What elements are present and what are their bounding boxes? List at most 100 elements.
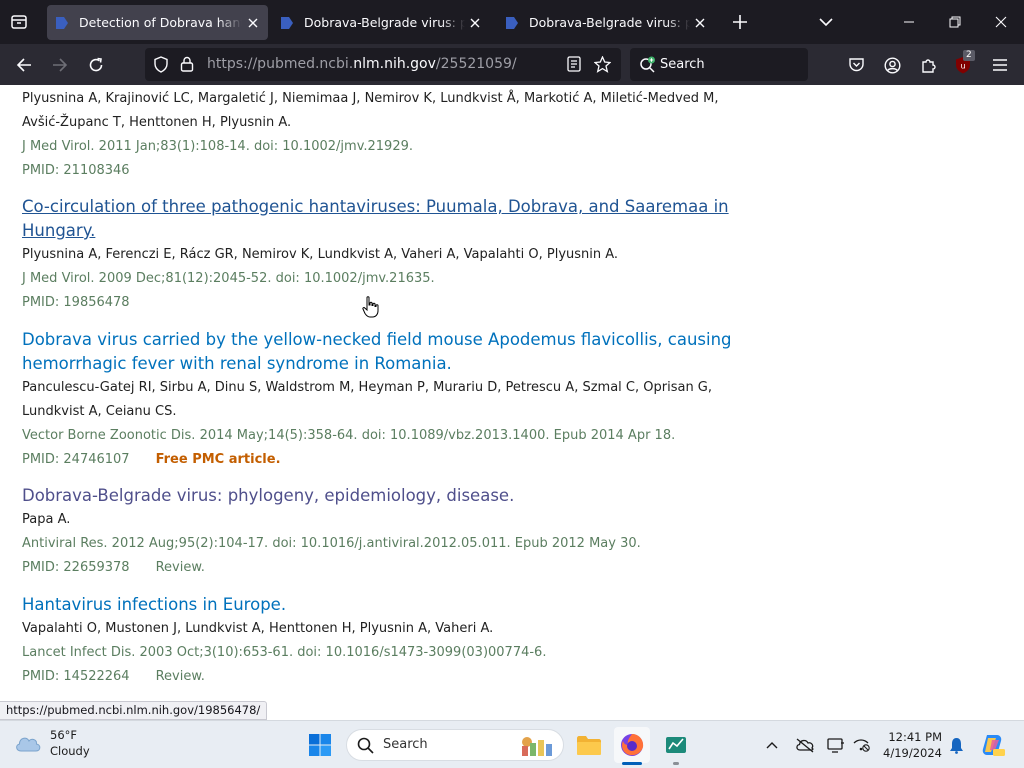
url-path: /25521059/ (435, 56, 517, 72)
account-icon (883, 56, 901, 74)
result-authors: Plyusnina A, Krajinović LC, Margaletić J… (22, 91, 719, 130)
pubmed-favicon-icon (56, 16, 68, 29)
close-tab-icon[interactable] (246, 14, 260, 32)
file-explorer-taskbar-item[interactable] (571, 727, 607, 763)
result-title-link[interactable]: Hantavirus infections in Europe. (22, 593, 742, 617)
close-tab-icon[interactable] (469, 14, 482, 32)
free-pmc-badge[interactable]: Free PMC article. (156, 452, 281, 467)
ublock-origin-button[interactable]: u 2 (948, 50, 978, 80)
copilot-button[interactable] (975, 727, 1009, 763)
taskbar: 56°F Cloudy Search 12:41 PM 4/19/2024 (0, 720, 1024, 768)
svg-text:u: u (960, 62, 965, 71)
chart-app-taskbar-item[interactable] (658, 727, 694, 765)
copilot-icon (982, 735, 1005, 756)
system-clock[interactable]: 12:41 PM 4/19/2024 (862, 729, 942, 761)
account-button[interactable] (877, 50, 907, 80)
result-journal: Lancet Infect Dis. 2003 Oct;3(10):653-61… (22, 645, 547, 660)
forward-button[interactable] (45, 50, 75, 80)
cloud-icon (16, 737, 41, 752)
extensions-button[interactable] (913, 50, 943, 80)
result-item-4: Hantavirus infections in Europe. Vapalah… (22, 593, 742, 689)
result-journal: Vector Borne Zoonotic Dis. 2014 May;14(5… (22, 428, 676, 443)
nav-toolbar: https://pubmed.ncbi.nlm.nih.gov/25521059… (0, 44, 1024, 85)
page-content: Plyusnina A, Krajinović LC, Margaletić J… (0, 85, 1024, 720)
shield-icon[interactable] (153, 56, 169, 73)
url-host: nlm.nih.gov (353, 56, 436, 72)
firefox-view-icon (11, 15, 27, 29)
onedrive-tray-button[interactable] (795, 735, 815, 755)
search-bar-placeholder: Search (660, 57, 705, 72)
link-status-bar: https://pubmed.ncbi.nlm.nih.gov/19856478… (0, 701, 268, 720)
extension-badge: 2 (963, 50, 975, 61)
close-icon (995, 16, 1007, 28)
result-meta: PMID: 14522264 Review. (22, 665, 742, 689)
review-tag: Review. (155, 669, 205, 684)
arrow-left-icon (16, 58, 31, 72)
result-title-link[interactable]: Dobrava virus carried by the yellow-neck… (22, 328, 742, 376)
result-title-link[interactable]: Co-circulation of three pathogenic hanta… (22, 195, 742, 243)
running-indicator (673, 762, 679, 765)
app-menu-button[interactable] (985, 50, 1015, 80)
clock-date: 4/19/2024 (883, 746, 942, 760)
windows-logo-icon (309, 734, 331, 756)
reload-icon (89, 57, 103, 72)
weather-widget[interactable]: 56°F Cloudy (14, 727, 90, 759)
tab-title: Dobrava-Belgrade virus: phylogeny (529, 15, 690, 30)
hand-pointer-cursor-icon (362, 296, 379, 318)
restore-icon (949, 16, 961, 28)
result-title-link[interactable]: Dobrava-Belgrade virus: phylogeny, epide… (22, 484, 742, 508)
result-meta: PMID: 24746107 Free PMC article. (22, 448, 742, 472)
tab-title: Dobrava-Belgrade virus: phylogeny (304, 15, 465, 30)
tab-1[interactable]: Dobrava-Belgrade virus: phylogeny (272, 5, 490, 40)
display-tray-button[interactable] (826, 735, 846, 755)
result-authors: Vapalahti O, Mustonen J, Lundkvist A, He… (22, 621, 494, 636)
notifications-button[interactable] (946, 735, 966, 755)
hamburger-menu-icon (993, 59, 1007, 71)
list-all-tabs-button[interactable] (812, 8, 840, 36)
result-journal: Antiviral Res. 2012 Aug;95(2):104-17. do… (22, 536, 641, 551)
result-meta: PMID: 22659378 Review. (22, 556, 742, 580)
url-prefix: https://pubmed.ncbi. (207, 56, 354, 72)
arrow-right-icon (53, 58, 68, 72)
result-journal: J Med Virol. 2009 Dec;81(12):2045-52. do… (22, 271, 435, 286)
url-text[interactable]: https://pubmed.ncbi.nlm.nih.gov/25521059… (207, 56, 517, 72)
search-bar[interactable]: Search (630, 48, 808, 81)
minimize-button[interactable] (895, 8, 923, 36)
result-meta: PMID: 21108346 (22, 159, 742, 183)
clock-time: 12:41 PM (888, 730, 942, 744)
search-engine-icon[interactable] (639, 56, 657, 74)
close-tab-icon[interactable] (694, 14, 707, 32)
bell-icon (949, 737, 963, 754)
pubmed-favicon-icon (281, 16, 293, 29)
running-indicator (622, 762, 642, 765)
weather-temperature: 56°F (50, 728, 77, 742)
result-authors: Panculescu-Gatej RI, Sirbu A, Dinu S, Wa… (22, 380, 713, 419)
reload-button[interactable] (81, 50, 111, 80)
back-button[interactable] (9, 50, 39, 80)
close-window-button[interactable] (987, 8, 1015, 36)
result-authors: Papa A. (22, 512, 71, 527)
reader-view-icon[interactable] (567, 56, 581, 72)
lock-icon[interactable] (180, 56, 194, 72)
start-button[interactable] (302, 727, 338, 763)
pocket-icon (848, 58, 864, 72)
result-pmid: PMID: 22659378 (22, 560, 130, 575)
pocket-button[interactable] (841, 50, 871, 80)
review-tag: Review. (155, 560, 205, 575)
new-tab-button[interactable] (726, 8, 754, 36)
result-journal: J Med Virol. 2011 Jan;83(1):108-14. doi:… (22, 139, 414, 154)
restore-button[interactable] (941, 8, 969, 36)
tab-2[interactable]: Dobrava-Belgrade virus: phylogeny (497, 5, 715, 40)
show-hidden-icons-button[interactable] (762, 735, 782, 755)
address-bar[interactable]: https://pubmed.ncbi.nlm.nih.gov/25521059… (145, 48, 621, 81)
taskbar-search-box[interactable]: Search (346, 729, 564, 761)
bookmark-star-icon[interactable] (594, 56, 611, 73)
firefox-taskbar-item[interactable] (614, 727, 650, 765)
tab-0[interactable]: Detection of Dobrava hantavirus (47, 5, 268, 40)
pubmed-favicon-icon (506, 16, 518, 29)
minimize-icon (904, 21, 914, 23)
chevron-up-icon (766, 742, 778, 749)
firefox-view-button[interactable] (0, 0, 38, 44)
result-pmid: PMID: 19856478 (22, 295, 130, 310)
display-icon (827, 738, 844, 753)
